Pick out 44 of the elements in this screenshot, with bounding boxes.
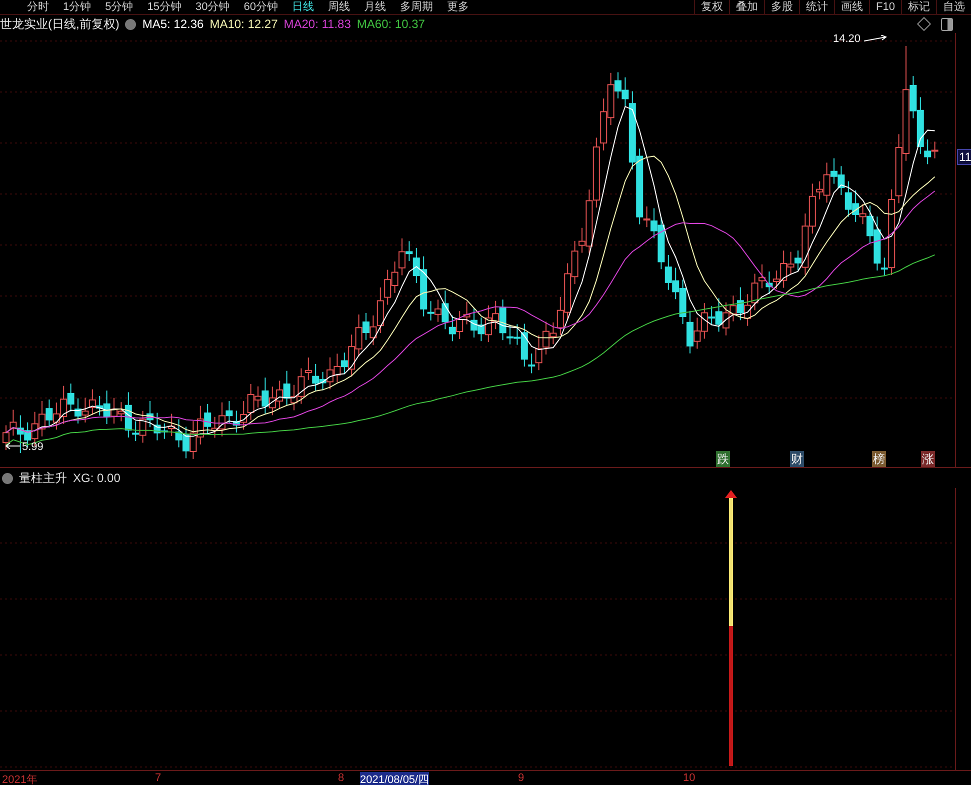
period-tab[interactable]: 周线 bbox=[321, 0, 357, 14]
toolbar-button[interactable]: 标记 bbox=[901, 0, 936, 14]
ma-reading: MA20: 11.83 bbox=[284, 17, 351, 31]
indicator-title: 量柱主升 bbox=[19, 470, 67, 486]
ma-reading: MA5: 12.36 bbox=[142, 17, 204, 31]
period-tab[interactable]: 15分钟 bbox=[140, 0, 188, 14]
period-tab[interactable]: 1分钟 bbox=[56, 0, 98, 14]
event-marker[interactable]: 涨 bbox=[921, 451, 935, 467]
period-tab[interactable]: 分时 bbox=[20, 0, 56, 14]
low-price-label: 5.99 bbox=[22, 441, 44, 453]
period-tab[interactable]: 30分钟 bbox=[188, 0, 237, 14]
date-label: 7 bbox=[155, 772, 162, 784]
period-tab[interactable]: 多周期 bbox=[393, 0, 440, 14]
toolbar-button[interactable]: 多股 bbox=[764, 0, 800, 14]
period-tab[interactable]: 日线 bbox=[285, 0, 321, 14]
price-tag: 11 bbox=[957, 149, 971, 165]
period-tab[interactable]: 月线 bbox=[357, 0, 393, 14]
toolbar-button[interactable]: F10 bbox=[869, 0, 901, 14]
period-tab[interactable]: 更多 bbox=[440, 0, 476, 14]
date-label: 9 bbox=[518, 772, 524, 784]
ma-reading: MA10: 12.27 bbox=[210, 17, 278, 31]
event-marker[interactable]: 榜 bbox=[872, 451, 886, 467]
panel-toggle-icon[interactable] bbox=[941, 18, 953, 30]
collapse-icon[interactable] bbox=[2, 472, 13, 484]
toolbar-button[interactable]: 叠加 bbox=[729, 0, 764, 14]
arrow-icon bbox=[4, 442, 21, 450]
date-label: 2021/08/05/四 bbox=[360, 772, 430, 785]
collapse-icon[interactable] bbox=[125, 18, 136, 30]
period-tab[interactable]: 5分钟 bbox=[98, 0, 140, 14]
toolbar-button[interactable]: 自选 bbox=[936, 0, 971, 14]
chart-title: 世龙实业(日线,前复权) bbox=[0, 16, 120, 32]
toolbar-button[interactable]: 统计 bbox=[799, 0, 834, 14]
indicator-reading: XG: 0.00 bbox=[73, 471, 120, 485]
arrow-icon bbox=[864, 35, 888, 43]
event-marker[interactable]: 财 bbox=[790, 451, 804, 467]
event-marker[interactable]: 跌 bbox=[716, 451, 730, 467]
high-price-label: 14.20 bbox=[833, 33, 861, 45]
toolbar-button[interactable]: 复权 bbox=[694, 0, 730, 14]
date-label: 10 bbox=[683, 772, 696, 784]
date-label: 8 bbox=[338, 772, 344, 784]
ma-reading: MA60: 10.37 bbox=[356, 17, 425, 31]
toolbar-button[interactable]: 画线 bbox=[834, 0, 870, 14]
date-label: 2021年 bbox=[2, 773, 38, 785]
period-tab[interactable]: 60分钟 bbox=[236, 0, 285, 14]
